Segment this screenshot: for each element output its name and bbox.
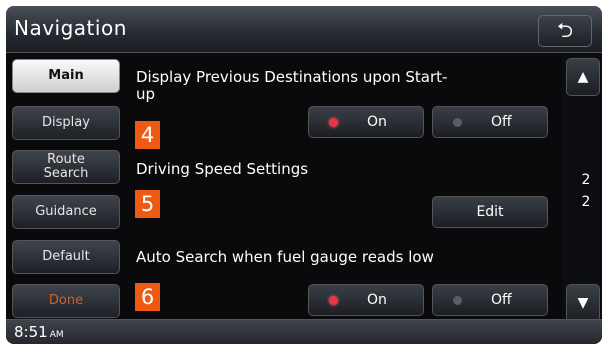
clock: 8:51 AM [14,323,64,341]
screen: Navigation ⮌ Main Display Route Search G… [6,6,602,344]
done-button[interactable]: Done [12,284,120,318]
sidebar-item-main[interactable]: Main [12,59,120,93]
setting-label-previous-destinations: Display Previous Destinations upon Start… [136,68,448,103]
status-bar: 8:51 AM [6,319,602,344]
auto-search-on-button[interactable]: On [308,284,424,316]
callout-badge-4: 4 [135,121,160,149]
clock-ampm: AM [49,330,64,340]
off-indicator-icon [453,118,462,127]
on-indicator-icon [329,296,338,305]
setting-label-auto-search-fuel: Auto Search when fuel gauge reads low [136,248,434,266]
previous-destinations-off-button[interactable]: Off [432,106,548,138]
sidebar-item-display[interactable]: Display [12,106,120,140]
on-indicator-icon [329,118,338,127]
page-title: Navigation [14,16,127,40]
title-bar: Navigation ⮌ [6,6,602,53]
scroll-up-button[interactable]: ▲ [566,58,600,96]
clock-time: 8:51 [14,323,48,341]
scroll-up-arrow-icon: ▲ [577,69,589,85]
previous-destinations-on-button[interactable]: On [308,106,424,138]
sidebar-item-route-search[interactable]: Route Search [12,150,120,184]
setting-label-driving-speed: Driving Speed Settings [136,160,309,178]
page-current: 2 [581,172,591,188]
scroll-down-arrow-icon: ▼ [577,295,589,311]
callout-badge-6: 6 [135,283,160,311]
callout-badge-5: 5 [135,190,160,218]
sidebar-item-default[interactable]: Default [12,240,120,274]
sidebar-item-label: Route Search [43,152,89,181]
scrollbar[interactable]: ▲ 2 2 ▼ [562,54,602,322]
back-button[interactable]: ⮌ [538,15,592,47]
auto-search-off-button[interactable]: Off [432,284,548,316]
driving-speed-edit-button[interactable]: Edit [432,196,548,228]
scroll-down-button[interactable]: ▼ [566,284,600,322]
sidebar-item-guidance[interactable]: Guidance [12,195,120,229]
back-arrow-icon: ⮌ [556,18,574,42]
page-total: 2 [581,194,591,210]
off-indicator-icon [453,296,462,305]
